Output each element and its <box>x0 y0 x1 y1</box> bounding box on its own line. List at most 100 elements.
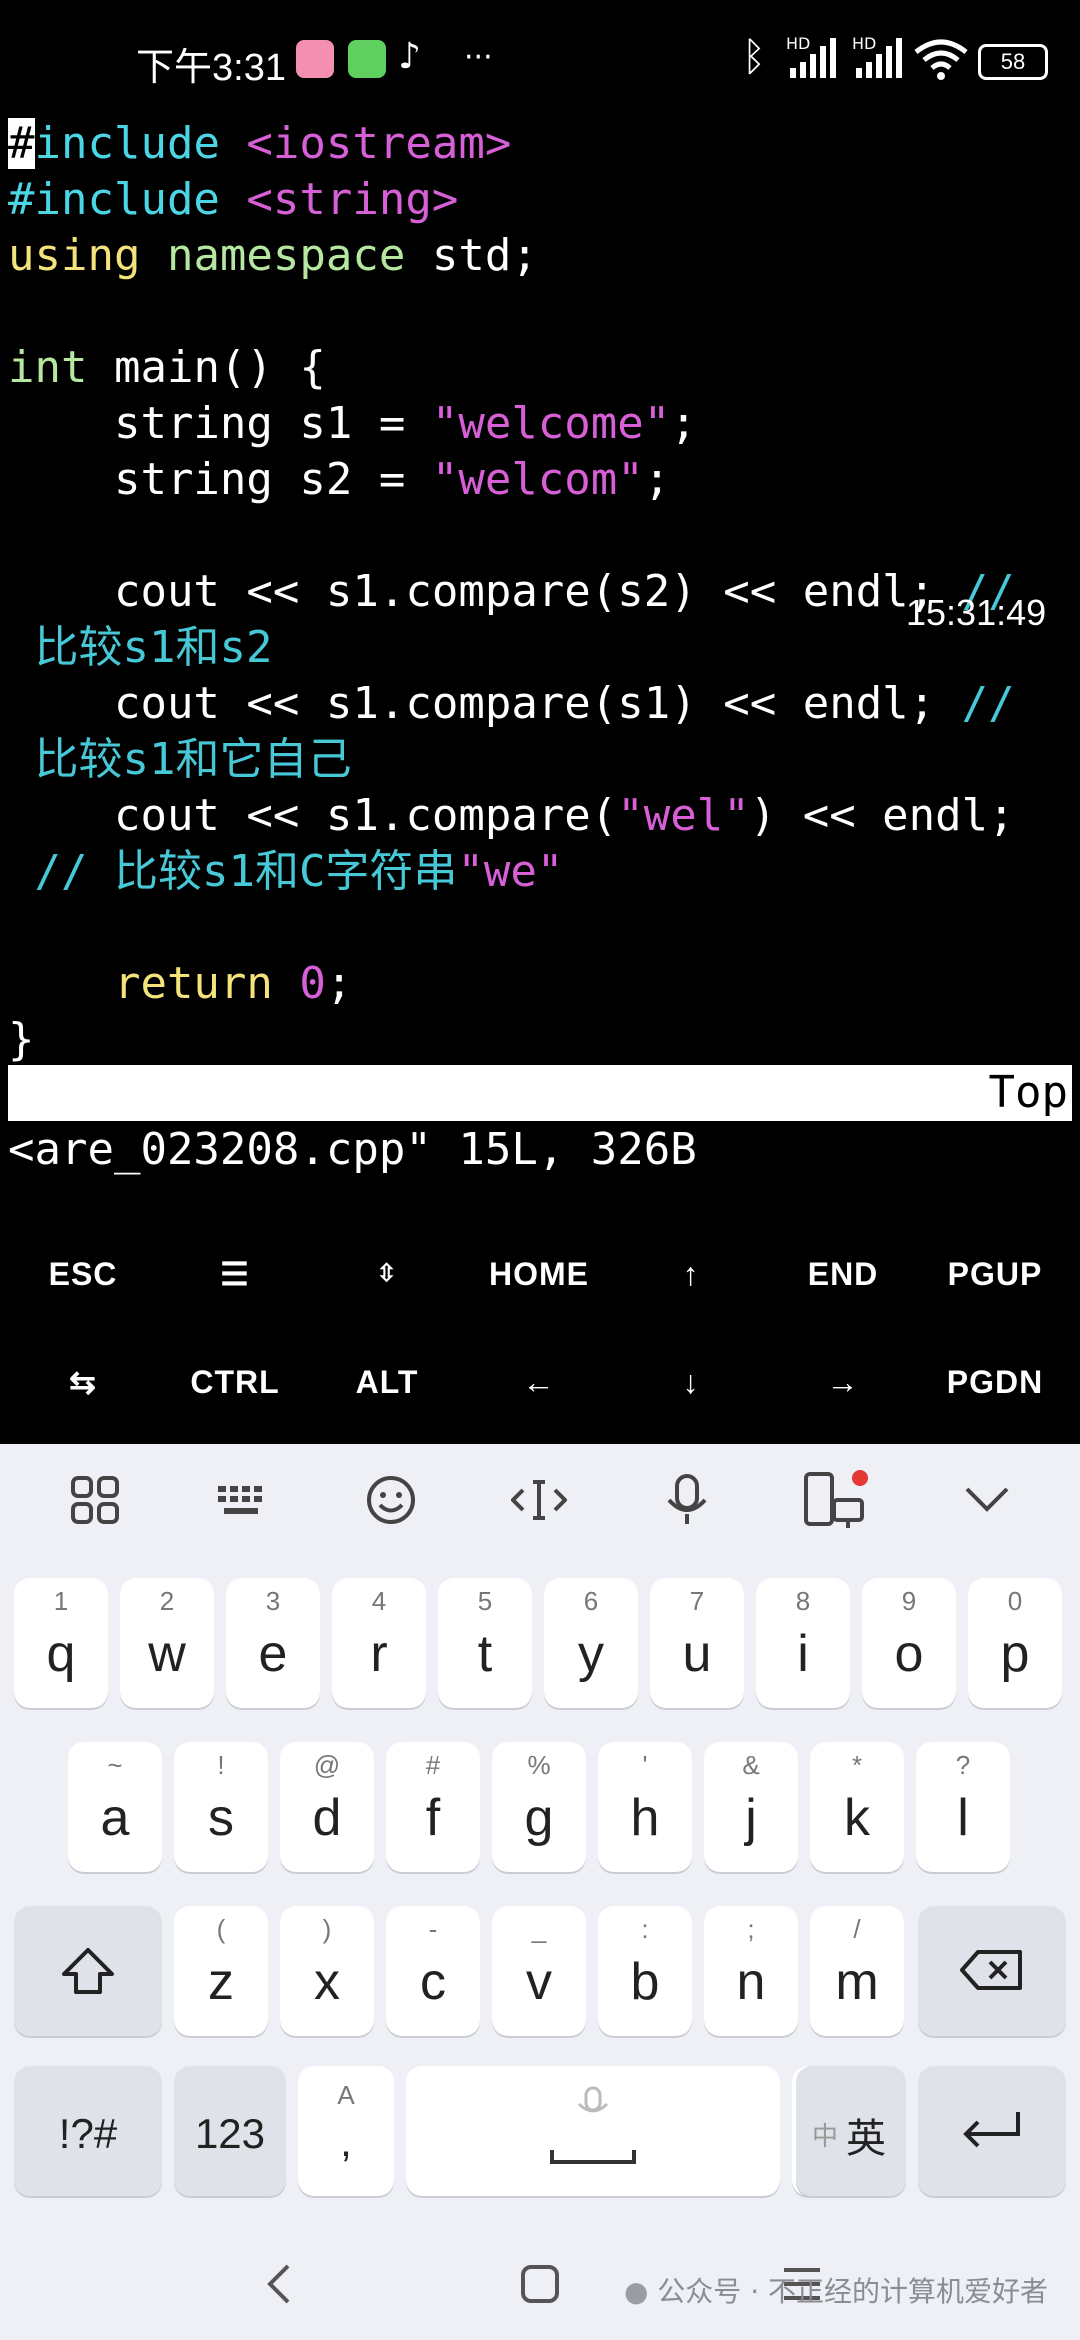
key-hint: / <box>853 1914 861 1944</box>
key-u[interactable]: 7u <box>650 1578 744 1708</box>
code-segment: // 比较s1和C字符串 <box>8 846 458 897</box>
key-t[interactable]: 5t <box>438 1578 532 1708</box>
key-y[interactable]: 6y <box>544 1578 638 1708</box>
key-n[interactable]: ; n <box>704 1906 798 2036</box>
key-label: f <box>425 1789 441 1847</box>
comma-key[interactable]: A , <box>298 2066 394 2196</box>
terminal-editor[interactable]: #include <iostream> #include <string> usin… <box>0 112 1080 1202</box>
emoji-icon[interactable] <box>346 1460 436 1540</box>
code-segment: cout << s1.compare(s2) << endl; // <box>8 566 1015 617</box>
key-c[interactable]: -c <box>386 1906 480 2036</box>
extra-key-esc[interactable]: ESC <box>8 1244 158 1304</box>
symbols-key[interactable]: !?# <box>14 2066 162 2196</box>
code-segment: using <box>8 230 167 281</box>
symbols-key-label: !?# <box>58 2110 118 2157</box>
vim-status-line: <compare_023208.cpp 1,1 Top <box>8 1065 1072 1174</box>
bluetooth-icon: ᛒ <box>742 34 766 80</box>
code-line: cout << s1.compare(s2) << endl; // <box>8 564 1015 620</box>
key-z[interactable]: (z <box>174 1906 268 2036</box>
code-line: 比较s1和它自己 <box>8 732 351 788</box>
code-segment: cout << s1.compare(s1) << endl; <box>8 678 962 729</box>
key-j[interactable]: & j <box>704 1742 798 1872</box>
code-segment: 比较s1和它自己 <box>8 734 352 785</box>
backspace-icon <box>960 1950 1022 1990</box>
key-hint: & <box>742 1750 760 1780</box>
key-p[interactable]: 0p <box>968 1578 1062 1708</box>
key-i[interactable]: 8i <box>756 1578 850 1708</box>
key-label: y <box>578 1625 604 1683</box>
key-v[interactable]: _ v <box>492 1906 586 2036</box>
keyboard-icon[interactable] <box>198 1460 288 1540</box>
vim-message-line: <are_023208.cpp" 15L, 326B <box>8 1124 697 1175</box>
extra-key-ctrl[interactable]: CTRL <box>160 1352 310 1412</box>
watermark-text: 公众号 · 不正经的计算机爱好者 <box>657 2275 1048 2308</box>
key-label: t <box>477 1625 493 1683</box>
key-label: b <box>630 1953 660 2011</box>
key-e[interactable]: 3e <box>226 1578 320 1708</box>
key-label: g <box>524 1789 554 1847</box>
back-icon[interactable] <box>264 2262 294 2306</box>
text-cursor-icon[interactable] <box>494 1460 584 1540</box>
collapse-chevron-icon[interactable] <box>942 1460 1032 1540</box>
code-segment: "we" <box>457 846 564 897</box>
space-key[interactable] <box>406 2066 780 2196</box>
key-a[interactable]: ~ a <box>68 1742 162 1872</box>
extra-key-end[interactable]: END <box>768 1244 918 1304</box>
key-hint: * <box>851 1750 863 1780</box>
key-hint: ; <box>747 1914 755 1944</box>
clock-overlay: 15:31:49 <box>906 592 1047 633</box>
extra-key-tab[interactable]: ⇆ <box>8 1352 158 1412</box>
numbers-key-label: 123 <box>194 2110 266 2157</box>
space-mic-icon <box>577 2086 609 2113</box>
key-h[interactable]: ' h <box>598 1742 692 1872</box>
key-d[interactable]: @ d <box>280 1742 374 1872</box>
extra-key-left[interactable]: ← <box>464 1352 614 1412</box>
extra-key-drawer[interactable]: ⇳ <box>312 1244 462 1304</box>
key-f[interactable]: # f <box>386 1742 480 1872</box>
enter-key[interactable] <box>918 2066 1066 2196</box>
key-w[interactable]: 2w <box>120 1578 214 1708</box>
apps-grid-icon[interactable] <box>50 1460 140 1540</box>
key-g[interactable]: % g <box>492 1742 586 1872</box>
code-line: } <box>8 1012 35 1068</box>
shift-key[interactable] <box>14 1906 162 2036</box>
wechat-icon: ● <box>623 2275 649 2308</box>
key-m[interactable]: / m <box>810 1906 904 2036</box>
extra-key-alt[interactable]: ALT <box>312 1352 462 1412</box>
extra-key-pgup[interactable]: PGUP <box>920 1244 1070 1304</box>
key-s[interactable]: ! s <box>174 1742 268 1872</box>
key-l[interactable]: ? l <box>916 1742 1010 1872</box>
device-sync-icon[interactable] <box>790 1460 880 1540</box>
wifi-icon <box>914 39 968 80</box>
key-label: q <box>46 1625 76 1683</box>
code-segment: return <box>8 958 300 1009</box>
key-r[interactable]: 4r <box>332 1578 426 1708</box>
extra-key-menu[interactable]: ☰ <box>160 1244 310 1304</box>
key-x[interactable]: ) x <box>280 1906 374 2036</box>
code-segment: // <box>961 678 1015 729</box>
comma-key-hint: A <box>337 2080 355 2110</box>
comma-key-label: , <box>340 2118 352 2165</box>
key-hint: ~ <box>107 1750 123 1780</box>
backspace-key[interactable] <box>918 1906 1066 2036</box>
key-q[interactable]: 1q <box>14 1578 108 1708</box>
key-label: z <box>208 1953 234 2011</box>
extra-key-right[interactable]: → <box>768 1352 918 1412</box>
code-line: 比较s1和s2 <box>8 620 272 676</box>
code-segment: "welcom" <box>431 454 644 505</box>
key-o[interactable]: 9o <box>862 1578 956 1708</box>
extra-key-home[interactable]: HOME <box>464 1244 614 1304</box>
lang-key[interactable]: 中 英 <box>796 2066 906 2196</box>
key-hint: 6 <box>583 1586 599 1616</box>
numbers-key[interactable]: 123 <box>174 2066 286 2196</box>
key-b[interactable]: :b <box>598 1906 692 2036</box>
extra-key-pgdn[interactable]: PGDN <box>920 1352 1070 1412</box>
text-cursor: # <box>8 118 35 169</box>
extra-key-up[interactable]: ↑ <box>616 1244 766 1304</box>
extra-key-down[interactable]: ↓ <box>616 1352 766 1412</box>
code-segment: 比较s1和s2 <box>8 622 273 673</box>
lang-key-small: 中 <box>812 2122 839 2152</box>
microphone-icon[interactable] <box>642 1460 732 1540</box>
key-k[interactable]: * k <box>810 1742 904 1872</box>
home-icon[interactable] <box>520 2264 560 2304</box>
